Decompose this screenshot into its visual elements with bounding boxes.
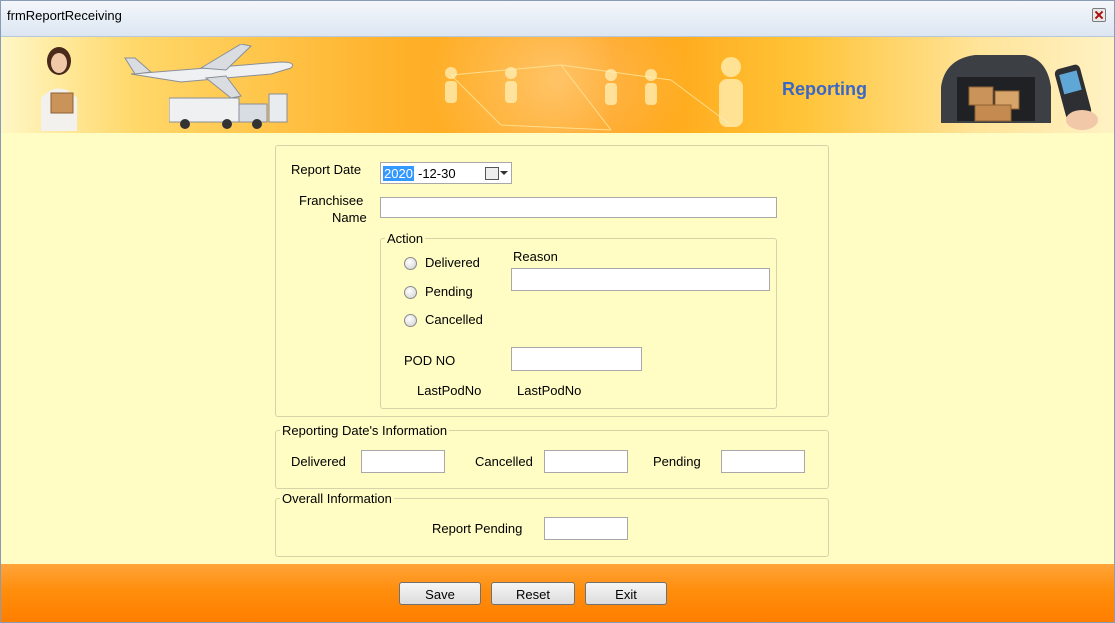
woman-with-box-icon <box>41 47 77 131</box>
report-pending-field[interactable] <box>544 517 628 540</box>
pending-count-label: Pending <box>653 454 701 469</box>
report-receiving-window: frmReportReceiving Reporting Report Date… <box>0 0 1115 623</box>
title-bar: frmReportReceiving <box>1 1 1114 37</box>
cancelled-count-label: Cancelled <box>475 454 533 469</box>
truck-icon <box>169 93 288 129</box>
pending-radio[interactable] <box>404 286 417 299</box>
delivery-van-icon <box>941 55 1051 123</box>
handheld-scanner-icon <box>1054 64 1098 130</box>
report-date-month-day: -12-30 <box>418 166 456 181</box>
reason-label: Reason <box>513 249 558 264</box>
chevron-down-icon[interactable] <box>500 171 508 175</box>
cancelled-radio[interactable] <box>404 314 417 327</box>
delivered-count-label: Delivered <box>291 454 346 469</box>
report-date-label: Report Date <box>291 162 362 177</box>
banner-title: Reporting <box>782 79 867 99</box>
pending-count-field[interactable] <box>721 450 805 473</box>
pending-radio-label[interactable]: Pending <box>425 284 473 299</box>
last-pod-no-label: LastPodNo <box>417 383 482 398</box>
exit-button[interactable]: Exit <box>585 582 667 605</box>
pod-no-input[interactable] <box>511 347 642 371</box>
report-date-year: 2020 <box>383 166 414 181</box>
reset-button[interactable]: Reset <box>491 582 575 605</box>
calendar-icon[interactable] <box>485 167 499 180</box>
delivered-count-field[interactable] <box>361 450 445 473</box>
window-title: frmReportReceiving <box>7 8 122 23</box>
close-icon[interactable] <box>1092 8 1106 22</box>
franchisee-label-line2: Name <box>332 210 367 225</box>
reason-input[interactable] <box>511 268 770 291</box>
header-banner: Reporting <box>1 37 1114 133</box>
last-pod-no-value: LastPodNo <box>517 383 582 398</box>
cancelled-count-field[interactable] <box>544 450 628 473</box>
delivered-radio[interactable] <box>404 257 417 270</box>
franchisee-name-input[interactable] <box>380 197 777 218</box>
pod-no-label: POD NO <box>404 353 456 368</box>
save-button[interactable]: Save <box>399 582 481 605</box>
airplane-icon <box>124 44 294 99</box>
overall-info-legend: Overall Information <box>282 491 392 506</box>
network-graphic-icon <box>445 57 743 131</box>
report-pending-label: Report Pending <box>432 521 523 536</box>
action-legend: Action <box>387 231 424 246</box>
report-date-picker[interactable]: 2020 -12-30 <box>380 162 512 184</box>
reporting-date-info-legend: Reporting Date's Information <box>282 423 448 438</box>
franchisee-label-line1: Franchisee <box>299 193 364 208</box>
delivered-radio-label[interactable]: Delivered <box>425 255 480 270</box>
cancelled-radio-label[interactable]: Cancelled <box>425 312 483 327</box>
